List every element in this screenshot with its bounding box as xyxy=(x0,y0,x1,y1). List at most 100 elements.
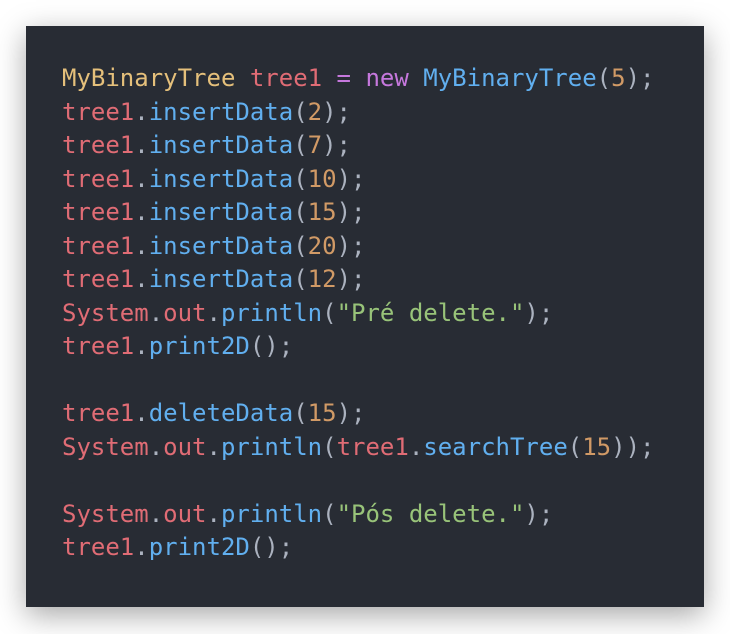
code-token-punc: . xyxy=(134,97,149,126)
code-token-punc: ); xyxy=(524,298,554,327)
code-token-punc: ); xyxy=(336,265,366,293)
code-token-num: 20 xyxy=(307,231,337,260)
code-token-var: tree1 xyxy=(62,198,135,226)
code-token-punc: ( xyxy=(322,499,337,528)
code-token-num: 15 xyxy=(582,432,612,461)
code-token-var: tree1 xyxy=(62,533,135,561)
code-line: tree1.insertData(20); xyxy=(62,230,655,264)
code-token-punc: ); xyxy=(625,64,655,92)
code-token-punc: . xyxy=(206,499,221,528)
code-token-fn: insertData xyxy=(148,231,294,260)
code-token-num: 7 xyxy=(307,131,323,159)
code-line: tree1.print2D(); xyxy=(62,330,655,364)
code-line: tree1.insertData(7); xyxy=(62,129,655,163)
code-token-punc: ( xyxy=(293,198,308,226)
code-token-var: tree1 xyxy=(336,432,409,461)
code-token-fn: deleteData xyxy=(148,399,294,427)
code-token-punc: . xyxy=(206,298,221,327)
code-token-punc: ); xyxy=(524,499,554,528)
code-token-var: tree1 xyxy=(62,265,135,293)
code-line: System.out.println("Pós delete."); xyxy=(62,498,655,532)
code-token-fn: MyBinaryTree xyxy=(423,64,597,92)
code-token-punc xyxy=(235,64,249,92)
code-token-punc xyxy=(322,64,336,92)
code-token-var: tree1 xyxy=(62,97,135,126)
code-token-punc: ( xyxy=(293,131,308,159)
code-token-fn: insertData xyxy=(148,131,294,159)
code-token-punc: ); xyxy=(322,131,352,159)
code-token-fn: print2D xyxy=(148,332,250,360)
code-line: tree1.insertData(12); xyxy=(62,263,655,297)
code-token-fn: searchTree xyxy=(423,432,568,461)
code-block: MyBinaryTree tree1 = new MyBinaryTree(5)… xyxy=(62,62,655,565)
code-token-punc: . xyxy=(148,499,164,528)
code-token-type: MyBinaryTree xyxy=(62,64,236,92)
code-token-var: tree1 xyxy=(62,399,135,427)
code-token-kw: = xyxy=(336,64,351,92)
code-token-fn: insertData xyxy=(148,164,294,193)
code-token-kw: new xyxy=(365,64,409,92)
code-token-fn: insertData xyxy=(148,198,294,226)
code-token-num: 5 xyxy=(611,64,626,92)
code-token-punc: . xyxy=(134,399,149,427)
code-token-fn: println xyxy=(220,499,323,528)
code-line: tree1.print2D(); xyxy=(62,531,655,565)
code-line: System.out.println(tree1.searchTree(15))… xyxy=(62,431,655,465)
code-token-num: 2 xyxy=(307,97,323,126)
code-token-fn: println xyxy=(220,432,323,461)
code-token-punc: ); xyxy=(336,198,366,226)
code-token-punc: ( xyxy=(293,399,308,427)
code-line: tree1.insertData(10); xyxy=(62,163,655,197)
code-token-punc: ); xyxy=(322,97,352,126)
code-token-punc: . xyxy=(148,432,164,461)
code-token-var: out xyxy=(163,499,207,528)
code-token-num: 15 xyxy=(307,399,337,427)
code-token-var: tree1 xyxy=(62,131,135,159)
code-token-punc: ); xyxy=(336,399,366,427)
code-token-punc: . xyxy=(134,332,149,360)
code-token-num: 12 xyxy=(307,265,337,293)
code-token-punc: ( xyxy=(293,265,308,293)
code-token-var: out xyxy=(163,298,207,327)
code-token-punc: . xyxy=(408,432,424,461)
code-token-punc: (); xyxy=(249,533,294,561)
code-token-punc: ( xyxy=(293,164,308,193)
code-token-str: "Pré delete." xyxy=(336,298,525,327)
code-token-punc: . xyxy=(134,131,149,159)
code-token-var: tree1 xyxy=(62,164,135,193)
code-token-punc xyxy=(409,64,423,92)
code-token-punc: ( xyxy=(567,432,583,461)
code-token-punc: . xyxy=(134,265,149,293)
code-token-str: "Pós delete." xyxy=(336,499,525,528)
code-token-punc: ); xyxy=(336,164,366,193)
code-token-num: 15 xyxy=(307,198,337,226)
code-token-fn: insertData xyxy=(148,97,294,126)
code-token-var: System xyxy=(62,432,149,461)
code-snippet-card: MyBinaryTree tree1 = new MyBinaryTree(5)… xyxy=(26,26,704,607)
code-token-num: 10 xyxy=(307,164,337,193)
code-token-punc: . xyxy=(134,231,149,260)
code-token-punc: . xyxy=(134,533,149,561)
code-line: tree1.deleteData(15); xyxy=(62,397,655,431)
code-token-punc: ( xyxy=(596,64,612,92)
code-token-fn: println xyxy=(220,298,323,327)
code-line: tree1.insertData(2); xyxy=(62,96,655,130)
code-token-punc: . xyxy=(134,198,149,226)
code-token-punc xyxy=(351,64,365,92)
code-token-punc: ( xyxy=(322,298,337,327)
code-token-var: System xyxy=(62,499,149,528)
code-token-punc: . xyxy=(148,298,164,327)
code-token-var: tree1 xyxy=(62,231,135,260)
code-token-punc: . xyxy=(134,164,149,193)
code-token-punc: (); xyxy=(249,332,294,360)
code-token-punc: ); xyxy=(336,231,366,260)
code-token-punc: . xyxy=(206,432,221,461)
code-line: tree1.insertData(15); xyxy=(62,196,655,230)
code-token-punc: )); xyxy=(611,432,655,461)
code-token-fn: print2D xyxy=(148,533,250,561)
code-token-var: tree1 xyxy=(62,332,135,360)
code-token-fn: insertData xyxy=(148,265,294,293)
code-token-var: out xyxy=(163,432,207,461)
